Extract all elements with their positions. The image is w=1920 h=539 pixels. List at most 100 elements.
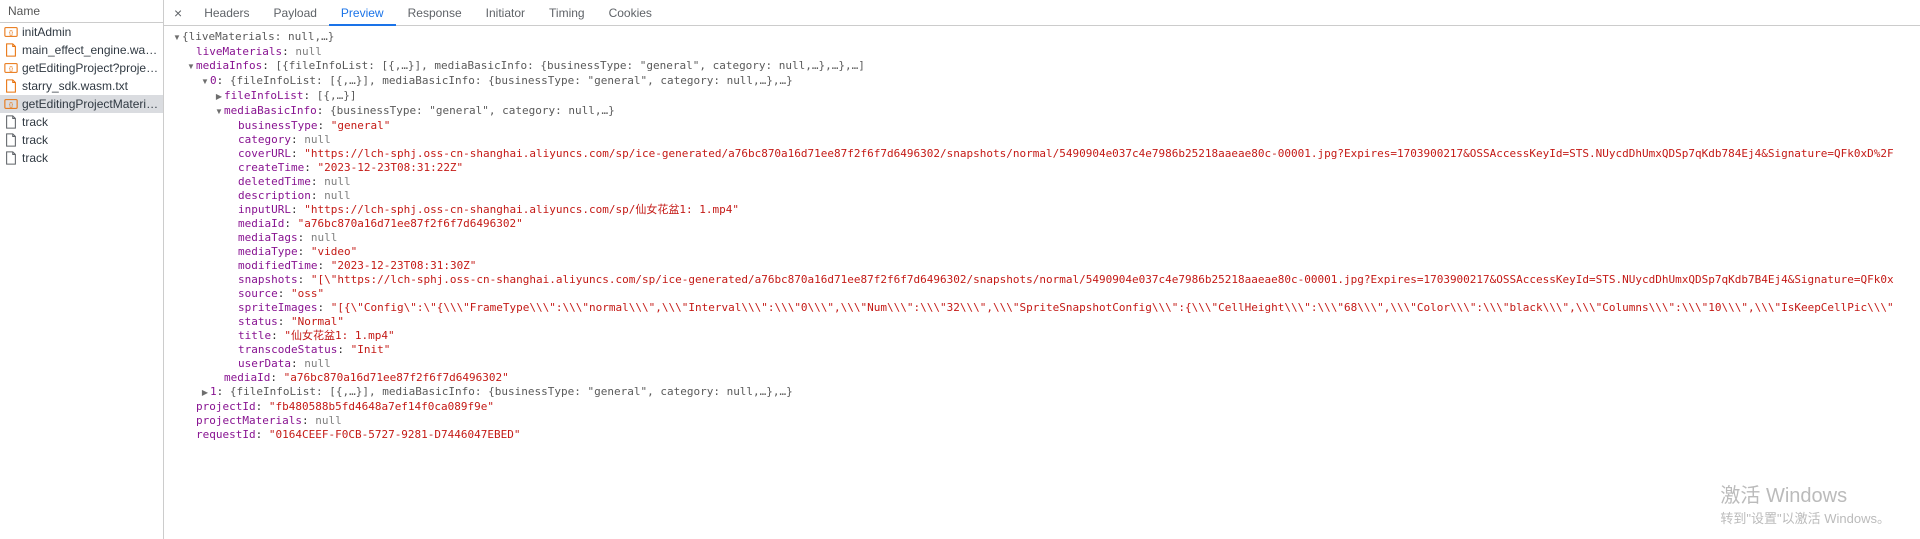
tree-key: 1 — [210, 385, 217, 398]
file-icon — [4, 79, 18, 93]
tree-row[interactable]: coverURL: "https://lch-sphj.oss-cn-shang… — [172, 147, 1920, 161]
request-item[interactable]: {}getEditingProjectMaterials?pro... — [0, 95, 163, 113]
tree-row[interactable]: mediaId: "a76bc870a16d71ee87f2f6f7d64963… — [172, 217, 1920, 231]
tab-response[interactable]: Response — [396, 0, 474, 26]
collapse-icon[interactable]: ▼ — [200, 75, 210, 89]
tree-row[interactable]: ▼mediaInfos: [{fileInfoList: [{,…}], med… — [172, 59, 1920, 74]
tree-null: null — [315, 414, 342, 427]
tree-str: "fb480588b5fd4648a7ef14f0ca089f9e" — [269, 400, 494, 413]
tree-row[interactable]: liveMaterials: null — [172, 45, 1920, 59]
tree-row[interactable]: ▼{liveMaterials: null,…} — [172, 30, 1920, 45]
tree-row[interactable]: projectMaterials: null — [172, 414, 1920, 428]
tree-row[interactable]: ▶fileInfoList: [{,…}] — [172, 89, 1920, 104]
collapse-icon[interactable]: ▼ — [214, 105, 224, 119]
tree-str: "2023-12-23T08:31:30Z" — [331, 259, 477, 272]
tree-null: null — [304, 133, 331, 146]
tree-row[interactable]: spriteImages: "[{\"Config\":\"{\\\"Frame… — [172, 301, 1920, 315]
request-item[interactable]: {} getEditingProject?projectId=fb... — [0, 59, 163, 77]
tree-null: null — [324, 189, 351, 202]
tree-colon: : — [217, 385, 230, 398]
tree-str: "oss" — [291, 287, 324, 300]
request-item[interactable]: starry_sdk.wasm.txt — [0, 77, 163, 95]
tree-row[interactable]: snapshots: "[\"https://lch-sphj.oss-cn-s… — [172, 273, 1920, 287]
tree-row[interactable]: mediaId: "a76bc870a16d71ee87f2f6f7d64963… — [172, 371, 1920, 385]
tree-row[interactable]: source: "oss" — [172, 287, 1920, 301]
tree-row[interactable]: category: null — [172, 133, 1920, 147]
tree-str: "仙女花盆1: 1.mp4" — [284, 329, 394, 342]
tree-key: category — [238, 133, 291, 146]
tree-key: mediaId — [224, 371, 270, 384]
doc-icon — [4, 151, 18, 165]
tab-preview[interactable]: Preview — [329, 0, 396, 26]
tree-row[interactable]: businessType: "general" — [172, 119, 1920, 133]
tab-timing[interactable]: Timing — [537, 0, 597, 26]
tree-colon: : — [284, 217, 297, 230]
tree-row[interactable]: ▼0: {fileInfoList: [{,…}], mediaBasicInf… — [172, 74, 1920, 89]
request-item[interactable]: track — [0, 131, 163, 149]
tree-null: null — [295, 45, 322, 58]
tree-row[interactable]: status: "Normal" — [172, 315, 1920, 329]
tree-null: null — [311, 231, 338, 244]
tree-str: "0164CEEF-F0CB-5727-9281-D7446047EBED" — [269, 428, 521, 441]
svg-text:{}: {} — [9, 102, 13, 109]
tree-row[interactable]: ▼mediaBasicInfo: {businessType: "general… — [172, 104, 1920, 119]
request-item-label: starry_sdk.wasm.txt — [22, 79, 128, 93]
tree-row[interactable]: ▶1: {fileInfoList: [{,…}], mediaBasicInf… — [172, 385, 1920, 400]
tree-row[interactable]: title: "仙女花盆1: 1.mp4" — [172, 329, 1920, 343]
tree-row[interactable]: mediaType: "video" — [172, 245, 1920, 259]
request-item-label: initAdmin — [22, 25, 71, 39]
tree-key: title — [238, 329, 271, 342]
tree-colon: : — [298, 273, 311, 286]
tab-headers[interactable]: Headers — [192, 0, 261, 26]
tree-str: "Init" — [351, 343, 391, 356]
tree-key: projectMaterials — [196, 414, 302, 427]
tree-colon: : — [282, 45, 295, 58]
tree-summary: {fileInfoList: [{,…}], mediaBasicInfo: {… — [230, 74, 793, 87]
xhr-icon: {} — [4, 61, 18, 75]
sidebar-header: Name — [0, 0, 163, 23]
tree-row[interactable]: description: null — [172, 189, 1920, 203]
tree-colon: : — [317, 104, 330, 117]
request-list: {}initAdminmain_effect_engine.wasm.txt{}… — [0, 23, 163, 539]
tree-row[interactable]: createTime: "2023-12-23T08:31:22Z" — [172, 161, 1920, 175]
tree-colon: : — [317, 119, 330, 132]
tree-row[interactable]: deletedTime: null — [172, 175, 1920, 189]
main-panel: × HeadersPayloadPreviewResponseInitiator… — [164, 0, 1920, 539]
request-item[interactable]: main_effect_engine.wasm.txt — [0, 41, 163, 59]
preview-pane[interactable]: ▼{liveMaterials: null,…}liveMaterials: n… — [164, 26, 1920, 539]
request-item[interactable]: track — [0, 113, 163, 131]
tree-colon: : — [317, 259, 330, 272]
tree-key: fileInfoList — [224, 89, 303, 102]
request-item-label: getEditingProject?projectId=fb... — [22, 61, 159, 75]
tree-summary: [{,…}] — [317, 89, 357, 102]
tree-row[interactable]: requestId: "0164CEEF-F0CB-5727-9281-D744… — [172, 428, 1920, 442]
tree-row[interactable]: transcodeStatus: "Init" — [172, 343, 1920, 357]
tree-row[interactable]: modifiedTime: "2023-12-23T08:31:30Z" — [172, 259, 1920, 273]
tree-key: transcodeStatus — [238, 343, 337, 356]
tree-key: mediaId — [238, 217, 284, 230]
tree-row[interactable]: mediaTags: null — [172, 231, 1920, 245]
expand-icon[interactable]: ▶ — [214, 90, 224, 104]
tree-key: source — [238, 287, 278, 300]
tree-row[interactable]: inputURL: "https://lch-sphj.oss-cn-shang… — [172, 203, 1920, 217]
request-item[interactable]: track — [0, 149, 163, 167]
request-sidebar: Name {} initAdmin main_effect_engine.wasm.… — [0, 0, 164, 539]
collapse-icon[interactable]: ▼ — [186, 60, 196, 74]
request-item-label: track — [22, 133, 48, 147]
collapse-icon[interactable]: ▼ — [172, 31, 182, 45]
request-item[interactable]: {} initAdmin — [0, 23, 163, 41]
tab-cookies[interactable]: Cookies — [597, 0, 664, 26]
tab-initiator[interactable]: Initiator — [474, 0, 537, 26]
tree-colon: : — [317, 301, 330, 314]
request-item-label: track — [22, 115, 48, 129]
expand-icon[interactable]: ▶ — [200, 386, 210, 400]
tree-key: spriteImages — [238, 301, 317, 314]
close-icon[interactable]: × — [164, 5, 192, 21]
tree-row[interactable]: projectId: "fb480588b5fd4648a7ef14f0ca08… — [172, 400, 1920, 414]
tree-key: modifiedTime — [238, 259, 317, 272]
tree-summary: {liveMaterials: null,…} — [182, 30, 334, 43]
tree-colon: : — [291, 357, 304, 370]
xhr-icon: {} — [4, 25, 18, 39]
tab-payload[interactable]: Payload — [262, 0, 329, 26]
tree-row[interactable]: userData: null — [172, 357, 1920, 371]
